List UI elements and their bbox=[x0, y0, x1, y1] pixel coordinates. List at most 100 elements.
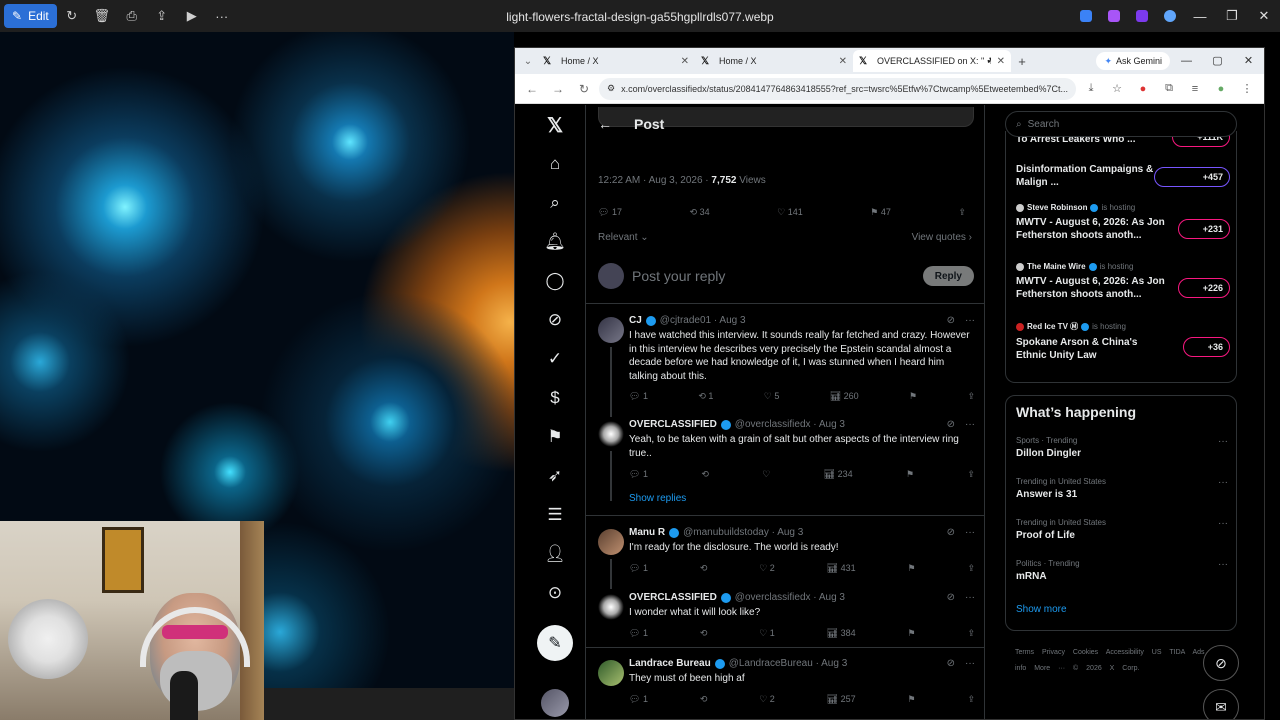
bookmark-icon[interactable]: ⚑ bbox=[909, 391, 917, 402]
tab-overclassified[interactable]: 𝕏 OVERCLASSIFIED on X: " ☘ NA ✕ bbox=[853, 50, 1011, 72]
delete-icon[interactable]: 🗑 bbox=[87, 4, 117, 28]
more-options-icon[interactable]: ··· bbox=[965, 527, 975, 538]
reply-action[interactable]: 💬︎ 1 bbox=[629, 391, 648, 402]
messages-icon[interactable]: ⊘ bbox=[537, 306, 573, 334]
install-icon[interactable]: ⤓ bbox=[1080, 82, 1102, 95]
views-action[interactable]: 📊︎ 384 bbox=[827, 628, 856, 639]
browser-menu-icon[interactable]: ⋮ bbox=[1236, 82, 1258, 95]
more-options-icon[interactable]: ··· bbox=[1218, 559, 1228, 570]
footer-links[interactable]: Terms Privacy Cookies Accessibility US T… bbox=[1015, 645, 1215, 677]
share-icon[interactable]: ⇪ bbox=[958, 207, 966, 218]
author-handle[interactable]: @cjtrade01 · Aug 3 bbox=[660, 315, 746, 326]
print-icon[interactable]: ⎙ bbox=[117, 4, 147, 28]
like-action[interactable]: ♡ 1 bbox=[759, 628, 775, 639]
back-arrow-icon[interactable]: ← bbox=[598, 116, 612, 132]
bookmark-stat[interactable]: ⚑ 47 bbox=[870, 207, 891, 218]
x-home-logo-icon[interactable]: 𝕏 bbox=[537, 111, 573, 139]
forward-icon[interactable]: → bbox=[547, 82, 569, 96]
author-name[interactable]: Manu R bbox=[629, 527, 665, 538]
repost-action[interactable]: ⟲ bbox=[700, 628, 708, 639]
trend-item[interactable]: Trending in United States Answer is 31 ··· bbox=[1016, 477, 1228, 500]
reply-input[interactable]: Post your reply bbox=[632, 268, 915, 284]
home-icon[interactable]: ⌂ bbox=[537, 150, 573, 178]
trend-item[interactable]: Sports · Trending Dillon Dingler ··· bbox=[1016, 436, 1228, 459]
reply-tweet[interactable]: Landrace Bureau @LandraceBureau · Aug 3 ⊘… bbox=[586, 656, 985, 716]
explore-search-icon[interactable]: ⌕ bbox=[537, 189, 573, 217]
avatar[interactable] bbox=[598, 529, 624, 555]
author-handle[interactable]: @LandraceBureau · Aug 3 bbox=[729, 658, 848, 669]
search-input[interactable]: ⌕ Search bbox=[1005, 111, 1237, 137]
compose-post-button[interactable]: ✎ bbox=[537, 625, 573, 661]
like-stat[interactable]: ♡ 141 bbox=[777, 207, 803, 218]
site-info-icon[interactable]: ⚙ bbox=[607, 83, 615, 94]
avatar[interactable] bbox=[598, 317, 624, 343]
browser-minimize-icon[interactable]: — bbox=[1171, 48, 1202, 74]
views-action[interactable]: 📊︎ 257 bbox=[827, 694, 856, 705]
grok-fab-icon[interactable]: ⊘ bbox=[1203, 645, 1239, 681]
more-icon[interactable]: ··· bbox=[207, 4, 237, 28]
space-item[interactable]: Disinformation Campaigns & Malign ... +4… bbox=[1016, 163, 1230, 189]
extension-icon[interactable]: ● bbox=[1132, 83, 1154, 95]
grok-icon[interactable]: ◯ bbox=[537, 267, 573, 295]
bookmark-icon[interactable]: ⚑ bbox=[906, 469, 914, 480]
reply-action[interactable]: 💬︎ 1 bbox=[629, 628, 648, 639]
repost-stat[interactable]: ⟲ 34 bbox=[690, 207, 710, 218]
notifications-bell-icon[interactable]: 🔔︎ bbox=[537, 228, 573, 256]
more-circle-icon[interactable]: ⊙ bbox=[537, 579, 573, 607]
repost-action[interactable]: ⟲ bbox=[700, 563, 708, 574]
share-icon[interactable]: ⇪ bbox=[967, 694, 975, 705]
more-options-icon[interactable]: ··· bbox=[1218, 518, 1228, 529]
avatar[interactable] bbox=[598, 660, 624, 686]
more-options-icon[interactable]: ··· bbox=[1218, 477, 1228, 488]
author-handle[interactable]: @overclassifiedx · Aug 3 bbox=[735, 419, 845, 430]
ask-gemini-button[interactable]: ✦ Ask Gemini bbox=[1096, 52, 1170, 70]
app-icon-1[interactable] bbox=[1072, 0, 1100, 32]
space-item[interactable]: Steve Robinson is hosting MWTV - August 6… bbox=[1016, 203, 1230, 242]
app-icon-2[interactable] bbox=[1100, 0, 1128, 32]
repost-action[interactable]: ⟲ bbox=[701, 469, 709, 480]
sort-relevant-dropdown[interactable]: Relevant ⌄ bbox=[598, 232, 649, 243]
reply-button[interactable]: Reply bbox=[922, 266, 974, 286]
show-more-link[interactable]: Show more bbox=[1016, 604, 1067, 615]
more-options-icon[interactable]: ··· bbox=[965, 592, 975, 603]
like-action[interactable]: ♡ bbox=[762, 469, 770, 480]
slideshow-icon[interactable]: ▶ bbox=[177, 4, 207, 28]
show-replies-link[interactable]: Show replies bbox=[629, 493, 686, 504]
more-options-icon[interactable]: ··· bbox=[965, 315, 975, 326]
share-icon[interactable]: ⇪ bbox=[147, 4, 177, 28]
space-item[interactable]: Red Ice TV Ⓜ is hosting Spokane Arson & C… bbox=[1016, 321, 1230, 362]
views-action[interactable]: 📊︎ 431 bbox=[827, 563, 856, 574]
tab-list-icon[interactable]: ⌄ bbox=[519, 56, 537, 67]
author-name[interactable]: CJ bbox=[629, 315, 642, 326]
avatar[interactable] bbox=[598, 594, 624, 620]
views-action[interactable]: 📊︎ 234 bbox=[824, 469, 853, 480]
tab-close-icon[interactable]: ✕ bbox=[681, 56, 689, 67]
author-name[interactable]: OVERCLASSIFIED bbox=[629, 419, 717, 430]
share-icon[interactable]: ⇪ bbox=[967, 563, 975, 574]
trend-item[interactable]: Trending in United States Proof of Life ··… bbox=[1016, 518, 1228, 541]
tab-close-icon[interactable]: ✕ bbox=[997, 56, 1005, 67]
lists-icon[interactable]: ☰ bbox=[537, 501, 573, 529]
repost-action[interactable]: ⟲ bbox=[700, 694, 708, 705]
views-action[interactable]: 📊︎ 260 bbox=[830, 391, 859, 402]
close-icon[interactable]: ✕ bbox=[1248, 0, 1280, 32]
view-quotes-link[interactable]: View quotes › bbox=[912, 232, 972, 243]
account-avatar[interactable] bbox=[541, 689, 569, 717]
grok-icon[interactable]: ⊘ bbox=[947, 315, 955, 326]
repost-action[interactable]: ⟲ 1 bbox=[698, 391, 713, 402]
edit-button[interactable]: ✎ Edit bbox=[4, 4, 57, 28]
media-icon[interactable]: ≡ bbox=[1184, 83, 1206, 95]
more-options-icon[interactable]: ··· bbox=[965, 658, 975, 669]
jobs-rocket-icon[interactable]: ➶ bbox=[537, 462, 573, 490]
like-action[interactable]: ♡ 5 bbox=[764, 391, 780, 402]
reply-tweet[interactable]: Manu R @manubuildstoday · Aug 3 ⊘ ··· I'm … bbox=[586, 525, 985, 589]
tab-close-icon[interactable]: ✕ bbox=[839, 56, 847, 67]
maximize-icon[interactable]: ❐ bbox=[1216, 0, 1248, 32]
reply-action[interactable]: 💬︎ 1 bbox=[629, 694, 648, 705]
bookmark-icon[interactable]: ⚑ bbox=[908, 563, 916, 574]
rotate-icon[interactable]: ↻ bbox=[57, 4, 87, 28]
grok-icon[interactable]: ⊘ bbox=[947, 592, 955, 603]
grok-icon[interactable]: ⊘ bbox=[947, 419, 955, 430]
browser-maximize-icon[interactable]: ▢ bbox=[1202, 48, 1233, 74]
bookmarks-icon[interactable]: ⚑ bbox=[537, 423, 573, 451]
